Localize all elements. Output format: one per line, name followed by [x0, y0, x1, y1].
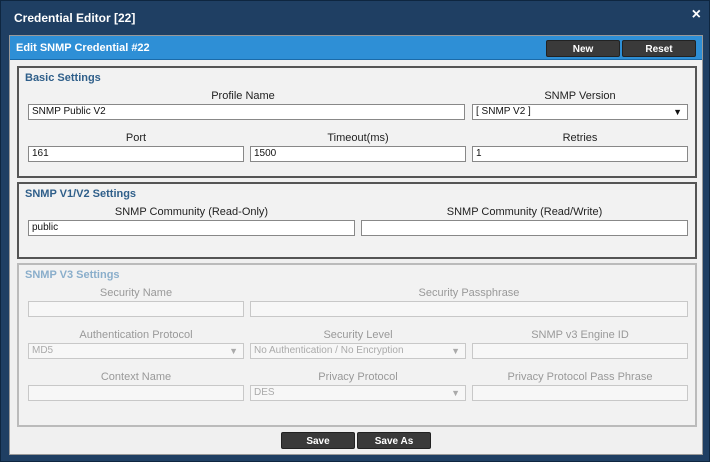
snmp-v1v2-title: SNMP V1/V2 Settings — [25, 188, 137, 200]
community-rw-label: SNMP Community (Read/Write) — [446, 206, 603, 218]
window-titlebar: Credential Editor [22] × — [1, 1, 709, 33]
retries-label: Retries — [562, 132, 598, 144]
security-level-value: No Authentication / No Encryption — [254, 345, 404, 356]
context-name-label: Context Name — [100, 371, 172, 383]
save-as-button[interactable]: Save As — [357, 432, 431, 449]
community-rw-input[interactable] — [361, 220, 688, 236]
profile-name-input[interactable]: SNMP Public V2 — [28, 104, 465, 120]
basic-settings-title: Basic Settings — [25, 72, 101, 84]
profile-name-label: Profile Name — [211, 90, 275, 102]
timeout-input[interactable]: 1500 — [250, 146, 466, 162]
security-level-label: Security Level — [323, 329, 393, 341]
auth-protocol-select[interactable]: MD5 ▼ — [28, 343, 244, 359]
window-title: Credential Editor [22] — [14, 11, 136, 25]
port-input[interactable]: 161 — [28, 146, 244, 162]
context-name-input[interactable] — [28, 385, 244, 401]
credential-editor-window: Credential Editor [22] × Edit SNMP Crede… — [0, 0, 710, 462]
privacy-pass-input[interactable] — [472, 385, 688, 401]
dropdown-arrow-icon: ▼ — [451, 388, 460, 398]
community-ro-input[interactable]: public — [28, 220, 355, 236]
dropdown-arrow-icon: ▼ — [229, 346, 238, 356]
reset-button[interactable]: Reset — [622, 40, 696, 57]
dropdown-arrow-icon: ▼ — [673, 107, 682, 117]
timeout-label: Timeout(ms) — [327, 132, 389, 144]
security-passphrase-input[interactable] — [250, 301, 688, 317]
close-icon[interactable]: × — [692, 6, 701, 24]
auth-protocol-value: MD5 — [32, 345, 54, 356]
security-passphrase-label: Security Passphrase — [418, 287, 520, 299]
snmp-version-label: SNMP Version — [544, 90, 616, 102]
privacy-protocol-select[interactable]: DES ▼ — [250, 385, 466, 401]
edit-credential-panel: Edit SNMP Credential #22 New Reset Basic… — [9, 35, 703, 455]
port-label: Port — [125, 132, 147, 144]
snmp-version-select[interactable]: [ SNMP V2 ] ▼ — [472, 104, 688, 120]
basic-settings-section: Basic Settings Profile Name SNMP Public … — [17, 66, 697, 178]
snmp-v1v2-section: SNMP V1/V2 Settings SNMP Community (Read… — [17, 182, 697, 259]
snmp-v3-title: SNMP V3 Settings — [25, 269, 120, 281]
security-name-input[interactable] — [28, 301, 244, 317]
panel-header: Edit SNMP Credential #22 New Reset — [10, 36, 702, 60]
security-name-label: Security Name — [99, 287, 173, 299]
privacy-pass-label: Privacy Protocol Pass Phrase — [507, 371, 653, 383]
new-button[interactable]: New — [546, 40, 620, 57]
privacy-protocol-label: Privacy Protocol — [318, 371, 398, 383]
community-ro-label: SNMP Community (Read-Only) — [114, 206, 269, 218]
snmp-version-value: [ SNMP V2 ] — [476, 106, 531, 117]
retries-input[interactable]: 1 — [472, 146, 688, 162]
privacy-protocol-value: DES — [254, 387, 275, 398]
save-button[interactable]: Save — [281, 432, 355, 449]
panel-title: Edit SNMP Credential #22 — [16, 42, 150, 54]
security-level-select[interactable]: No Authentication / No Encryption ▼ — [250, 343, 466, 359]
snmp-v3-section: SNMP V3 Settings Security Name Security … — [17, 263, 697, 427]
engine-id-label: SNMP v3 Engine ID — [531, 329, 629, 341]
engine-id-input[interactable] — [472, 343, 688, 359]
auth-protocol-label: Authentication Protocol — [79, 329, 193, 341]
dropdown-arrow-icon: ▼ — [451, 346, 460, 356]
